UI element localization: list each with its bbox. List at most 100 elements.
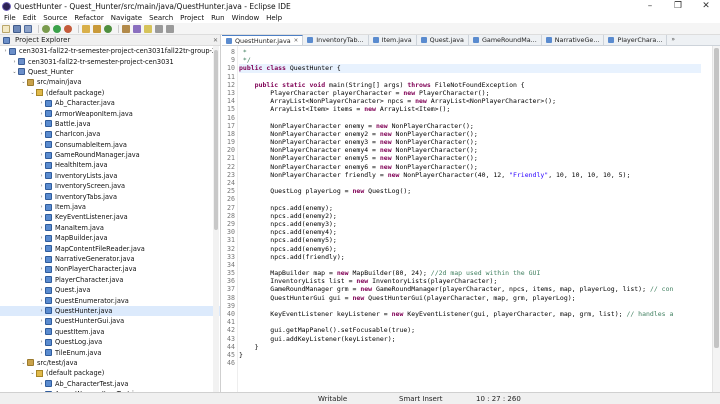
code-line[interactable]: npcs.add(enemy5); (239, 236, 701, 244)
code-line[interactable]: InventoryLists list = new InventoryLists… (239, 277, 701, 285)
run-icon[interactable] (53, 24, 61, 33)
code-line[interactable]: NonPlayerCharacter enemy5 = new NonPlaye… (239, 154, 701, 162)
collapsed-chevron-icon[interactable]: › (38, 152, 45, 158)
collapsed-chevron-icon[interactable]: › (38, 111, 45, 117)
tree-item[interactable]: › QuestHunterGui.java (0, 316, 220, 326)
editor-tab[interactable]: Quest.java (417, 35, 469, 45)
tree-item[interactable]: › questItem.java (0, 327, 220, 337)
tree-item[interactable]: › TileEnum.java (0, 347, 220, 357)
new-class-icon[interactable] (104, 24, 112, 33)
new-icon[interactable] (2, 24, 10, 33)
code-area[interactable]: 8 9 10 11 12 13 14 15 16 17 18 19 20 21 22 23 24 25 26 27 28… (222, 46, 720, 392)
collapsed-chevron-icon[interactable]: › (38, 131, 45, 137)
tree-item[interactable]: › InventoryScreen.java (0, 181, 220, 191)
menu-edit[interactable]: Edit (23, 14, 37, 22)
collapsed-chevron-icon[interactable]: › (38, 100, 45, 106)
collapsed-chevron-icon[interactable]: › (38, 194, 45, 200)
more-tabs-button[interactable]: » (671, 36, 675, 43)
tree-item[interactable]: › cen3031-fall22-tr-semester-project-cen3… (0, 56, 220, 66)
editor-tab[interactable]: QuestHunter.java ✕ (222, 35, 304, 45)
tree-item[interactable]: › PlayerCharacter.java (0, 275, 220, 285)
collapsed-chevron-icon[interactable]: › (38, 162, 45, 168)
maximize-button[interactable]: ❐ (664, 0, 692, 12)
code-line[interactable] (239, 261, 701, 269)
code-line[interactable]: gui.getMapPanel().setFocusable(true); (239, 326, 701, 334)
collapsed-chevron-icon[interactable]: › (38, 142, 45, 148)
code-line[interactable]: public class QuestHunter { (239, 64, 701, 72)
collapsed-chevron-icon[interactable]: › (38, 287, 45, 293)
tree-item[interactable]: › NonPlayerCharacter.java (0, 264, 220, 274)
code-line[interactable]: NonPlayerCharacter enemy4 = new NonPlaye… (239, 146, 701, 154)
tree-item[interactable]: › CharIcon.java (0, 129, 220, 139)
collapsed-chevron-icon[interactable]: › (38, 381, 45, 387)
forward-icon[interactable] (166, 24, 174, 33)
minimize-button[interactable]: – (636, 0, 664, 12)
menu-navigate[interactable]: Navigate (111, 14, 142, 22)
tree-item[interactable]: › QuestHunter.java (0, 305, 220, 317)
tree-item[interactable]: ⌄ (default package) (0, 88, 220, 98)
close-view-icon[interactable]: ✕ (213, 37, 218, 44)
tree-item[interactable]: › MapContentFileReader.java (0, 243, 220, 253)
tree-item[interactable]: › MapBuilder.java (0, 233, 220, 243)
collapsed-chevron-icon[interactable]: › (2, 48, 9, 54)
close-tab-icon[interactable]: ✕ (294, 38, 299, 44)
code-line[interactable]: GameRoundManager grm = new GameRoundMana… (239, 285, 701, 293)
menu-window[interactable]: Window (232, 14, 260, 22)
tree-item[interactable]: ⌄ src/test/java (0, 358, 220, 368)
code-line[interactable]: NonPlayerCharacter enemy6 = new NonPlaye… (239, 163, 701, 171)
collapsed-chevron-icon[interactable]: › (38, 246, 45, 252)
editor-tab[interactable]: Item.java (369, 35, 417, 45)
menu-project[interactable]: Project (180, 14, 204, 22)
editor-tab[interactable]: PlayerChara... (604, 35, 668, 45)
collapsed-chevron-icon[interactable]: › (38, 173, 45, 179)
code-line[interactable]: NonPlayerCharacter enemy3 = new NonPlaye… (239, 138, 701, 146)
collapsed-chevron-icon[interactable]: › (38, 298, 45, 304)
editor-tab[interactable]: GameRoundMa... (469, 35, 542, 45)
code-text[interactable]: * */public class QuestHunter { public st… (239, 48, 701, 367)
code-line[interactable]: NonPlayerCharacter friendly = new NonPla… (239, 171, 701, 179)
tree-item[interactable]: › Ab_Character.java (0, 98, 220, 108)
tree-item[interactable]: › Ab_CharacterTest.java (0, 379, 220, 389)
annotation-icon[interactable] (144, 24, 152, 33)
collapsed-chevron-icon[interactable]: › (38, 183, 45, 189)
editor-scroll-thumb[interactable] (714, 48, 719, 348)
tree-item[interactable]: › cen3031-fall22-tr-semester-project-cen3… (0, 46, 220, 56)
open-type-icon[interactable] (122, 24, 130, 33)
save-icon[interactable] (13, 24, 21, 33)
collapsed-chevron-icon[interactable]: › (38, 225, 45, 231)
tree-item[interactable]: › NarrativeGenerator.java (0, 254, 220, 264)
tree-item[interactable]: › Quest.java (0, 285, 220, 295)
code-line[interactable]: * (239, 48, 701, 56)
collapsed-chevron-icon[interactable]: › (38, 339, 45, 345)
code-line[interactable] (239, 302, 701, 310)
code-line[interactable]: NonPlayerCharacter enemy2 = new NonPlaye… (239, 130, 701, 138)
expanded-chevron-icon[interactable]: ⌄ (29, 90, 36, 96)
tree-item[interactable]: › QuestEnumerator.java (0, 295, 220, 305)
explorer-scrollbar[interactable] (213, 46, 219, 392)
collapsed-chevron-icon[interactable]: › (38, 121, 45, 127)
collapsed-chevron-icon[interactable]: › (38, 277, 45, 283)
collapsed-chevron-icon[interactable]: › (38, 308, 45, 314)
collapsed-chevron-icon[interactable]: › (38, 318, 45, 324)
expanded-chevron-icon[interactable]: ⌄ (11, 69, 18, 75)
save-all-icon[interactable] (24, 24, 32, 33)
search-icon[interactable] (133, 24, 141, 33)
code-line[interactable]: npcs.add(friendly); (239, 253, 701, 261)
code-line[interactable]: npcs.add(enemy2); (239, 212, 701, 220)
debug-icon[interactable] (42, 24, 50, 33)
tree-item[interactable]: › InventoryLists.java (0, 171, 220, 181)
code-line[interactable]: KeyEventListener keyListener = new KeyEv… (239, 310, 701, 318)
menu-run[interactable]: Run (211, 14, 224, 22)
close-button[interactable]: ✕ (692, 0, 720, 12)
tree-item[interactable]: › Battle.java (0, 119, 220, 129)
code-line[interactable] (239, 318, 701, 326)
menu-help[interactable]: Help (266, 14, 282, 22)
expanded-chevron-icon[interactable]: ⌄ (29, 370, 36, 376)
code-line[interactable]: } (239, 351, 701, 359)
new-java-project-icon[interactable] (82, 24, 90, 33)
code-line[interactable] (239, 179, 701, 187)
collapsed-chevron-icon[interactable]: › (38, 350, 45, 356)
menu-file[interactable]: File (4, 14, 16, 22)
collapsed-chevron-icon[interactable]: › (38, 235, 45, 241)
code-line[interactable]: PlayerCharacter playerCharacter = new Pl… (239, 89, 701, 97)
